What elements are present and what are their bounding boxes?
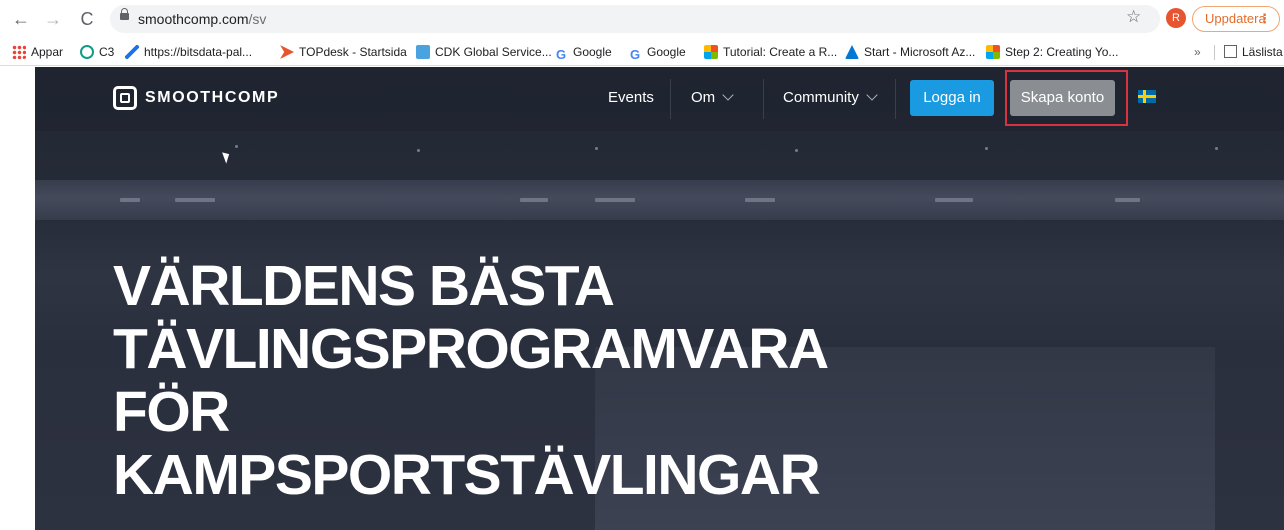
arena-light <box>985 147 988 150</box>
apps-grid-icon <box>12 45 26 59</box>
arena-detail <box>175 198 215 202</box>
nav-divider <box>895 79 896 119</box>
arena-light <box>417 149 420 152</box>
site-navbar: SMOOTHCOMP Events Om Community Logga in … <box>35 67 1284 131</box>
lock-icon <box>120 8 129 20</box>
logo-text: SMOOTHCOMP <box>145 89 280 106</box>
bookmark-item[interactable]: G Google <box>630 44 686 62</box>
reading-list[interactable]: Läslista <box>1224 44 1283 60</box>
site-logo[interactable]: SMOOTHCOMP <box>113 86 279 110</box>
page-viewport: SMOOTHCOMP Events Om Community Logga in … <box>35 67 1284 530</box>
hero-line: FÖR <box>113 380 230 444</box>
arena-detail <box>745 198 775 202</box>
bookmark-item[interactable]: G Google <box>556 44 612 62</box>
bookmark-item[interactable]: Appar <box>12 44 63 60</box>
arena-detail <box>120 198 140 202</box>
mouse-cursor-icon <box>222 150 232 164</box>
google-icon: G <box>630 47 641 62</box>
bookmarks-bar: Appar C3 https://bitsdata-pal... TOPdesk… <box>0 38 1284 66</box>
microsoft-icon <box>986 45 1000 59</box>
azure-icon <box>845 45 859 59</box>
profile-avatar[interactable]: R <box>1166 8 1186 28</box>
nav-community[interactable]: Community <box>783 89 878 106</box>
login-button[interactable]: Logga in <box>910 80 994 116</box>
google-icon: G <box>556 47 567 62</box>
arena-detail <box>595 198 635 202</box>
nav-om[interactable]: Om <box>691 89 734 106</box>
topdesk-icon <box>280 45 294 59</box>
address-bar[interactable]: smoothcomp.com/sv <box>110 5 1160 33</box>
arena-light <box>795 149 798 152</box>
microsoft-icon <box>704 45 718 59</box>
nav-divider <box>670 79 671 119</box>
bookmarks-divider <box>1214 45 1215 60</box>
bookmark-item[interactable]: C3 <box>80 44 114 60</box>
arena-background <box>35 180 1284 220</box>
bookmarks-overflow[interactable]: » <box>1194 44 1201 60</box>
c3-icon <box>80 45 94 59</box>
smoothcomp-logo-icon <box>113 86 137 110</box>
bookmark-item[interactable]: TOPdesk - Startsida <box>280 44 407 60</box>
arena-light <box>235 145 238 148</box>
reading-list-icon <box>1224 45 1237 58</box>
bookmark-item[interactable]: Step 2: Creating Yo... <box>986 44 1118 60</box>
arena-detail <box>935 198 973 202</box>
arena-detail <box>520 198 548 202</box>
bookmark-item[interactable]: Start - Microsoft Az... <box>845 44 975 60</box>
nav-events[interactable]: Events <box>608 89 654 106</box>
bookmark-item[interactable]: Tutorial: Create a R... <box>704 44 837 60</box>
hero-line: TÄVLINGSPROGRAMVARA <box>113 317 829 381</box>
more-menu-icon: ⋮ <box>1258 11 1271 26</box>
pen-icon <box>125 45 139 59</box>
cdk-icon <box>416 45 430 59</box>
highlight-annotation <box>1005 70 1128 126</box>
browser-toolbar: ← → C smoothcomp.com/sv ☆ R Uppdatera ⋮ <box>0 0 1284 38</box>
url-text[interactable]: smoothcomp.com/sv <box>138 11 266 27</box>
back-icon[interactable]: ← <box>10 8 32 30</box>
nav-divider <box>763 79 764 119</box>
bookmark-star-icon[interactable]: ☆ <box>1126 7 1141 27</box>
hero-heading: VÄRLDENS BÄSTA TÄVLINGSPROGRAMVARA FÖR K… <box>113 255 1013 507</box>
forward-icon[interactable]: → <box>42 8 64 30</box>
update-button[interactable]: Uppdatera ⋮ <box>1192 6 1280 32</box>
chevron-down-icon <box>722 89 734 101</box>
chevron-down-icon <box>866 89 878 101</box>
reload-icon[interactable]: C <box>76 8 98 30</box>
arena-light <box>595 147 598 150</box>
hero-line: VÄRLDENS BÄSTA <box>113 254 615 318</box>
bookmark-item[interactable]: CDK Global Service... <box>416 44 552 60</box>
arena-light <box>1215 147 1218 150</box>
swedish-flag-icon[interactable] <box>1138 90 1156 103</box>
arena-detail <box>1115 198 1140 202</box>
hero-line: KAMPSPORTSTÄVLINGAR <box>113 443 821 507</box>
bookmark-item[interactable]: https://bitsdata-pal... <box>125 44 252 60</box>
